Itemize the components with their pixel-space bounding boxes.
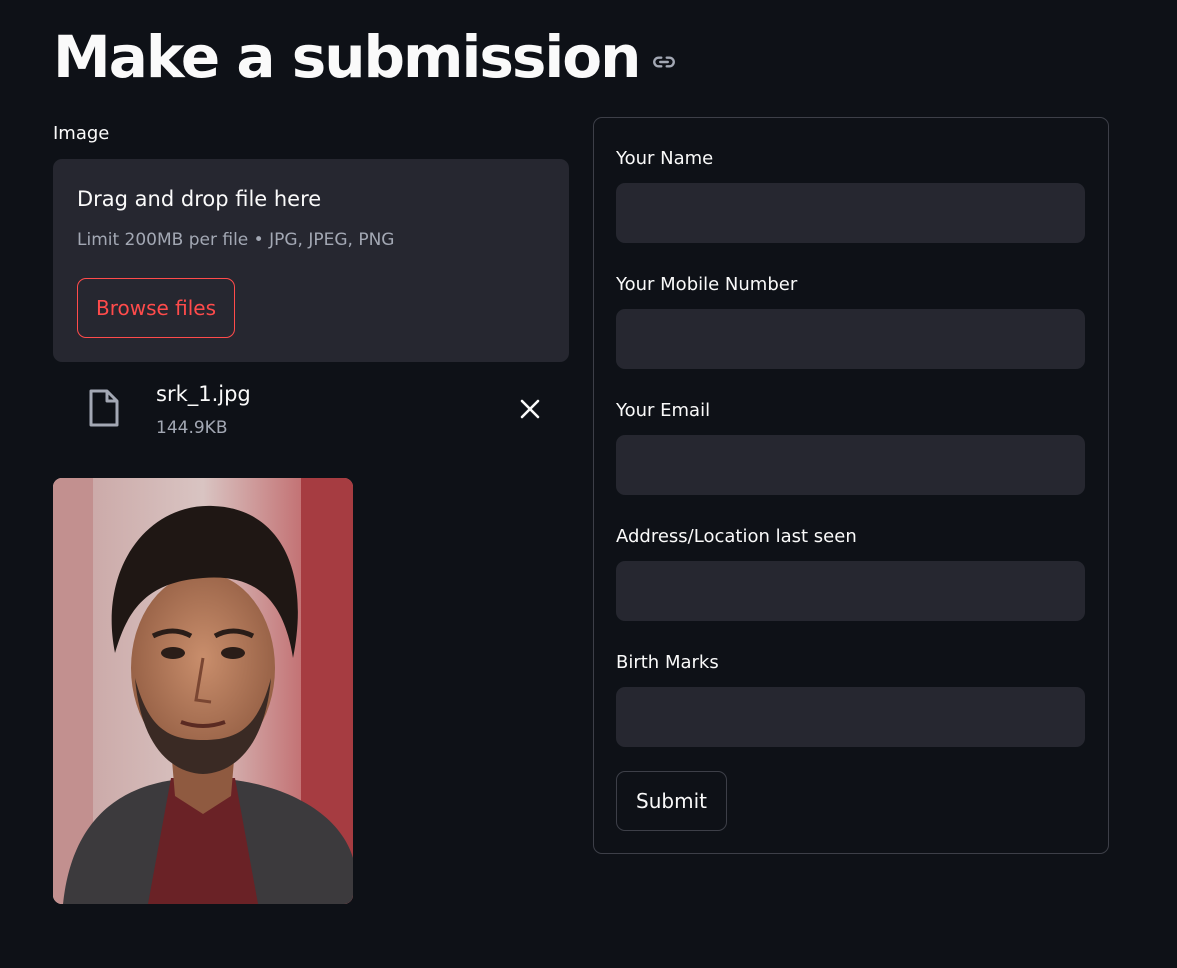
close-icon[interactable] <box>516 395 544 423</box>
uploaded-file-size: 144.9KB <box>156 418 228 438</box>
address-label: Address/Location last seen <box>616 526 857 547</box>
birth-marks-input[interactable] <box>616 687 1085 747</box>
mobile-number-label: Your Mobile Number <box>616 274 798 295</box>
uploaded-image-preview <box>53 478 353 904</box>
page-title-row: Make a submission <box>53 18 677 96</box>
file-dropzone[interactable]: Drag and drop file here Limit 200MB per … <box>53 159 569 362</box>
file-icon <box>87 388 121 428</box>
birth-marks-label: Birth Marks <box>616 652 719 673</box>
submit-button[interactable]: Submit <box>616 771 727 831</box>
dropzone-title: Drag and drop file here <box>77 187 322 211</box>
email-input[interactable] <box>616 435 1085 495</box>
mobile-number-input[interactable] <box>616 309 1085 369</box>
name-label: Your Name <box>616 148 714 169</box>
uploaded-file-name: srk_1.jpg <box>156 382 251 406</box>
uploaded-file-item: srk_1.jpg 144.9KB <box>53 372 569 448</box>
submission-form: Your Name Your Mobile Number Your Email … <box>593 117 1109 854</box>
name-input[interactable] <box>616 183 1085 243</box>
image-uploader-label: Image <box>53 123 110 144</box>
address-input[interactable] <box>616 561 1085 621</box>
dropzone-limit-text: Limit 200MB per file • JPG, JPEG, PNG <box>77 230 395 250</box>
browse-files-button[interactable]: Browse files <box>77 278 235 338</box>
email-label: Your Email <box>616 400 711 421</box>
page-title: Make a submission <box>53 23 641 91</box>
link-icon[interactable] <box>651 49 677 75</box>
